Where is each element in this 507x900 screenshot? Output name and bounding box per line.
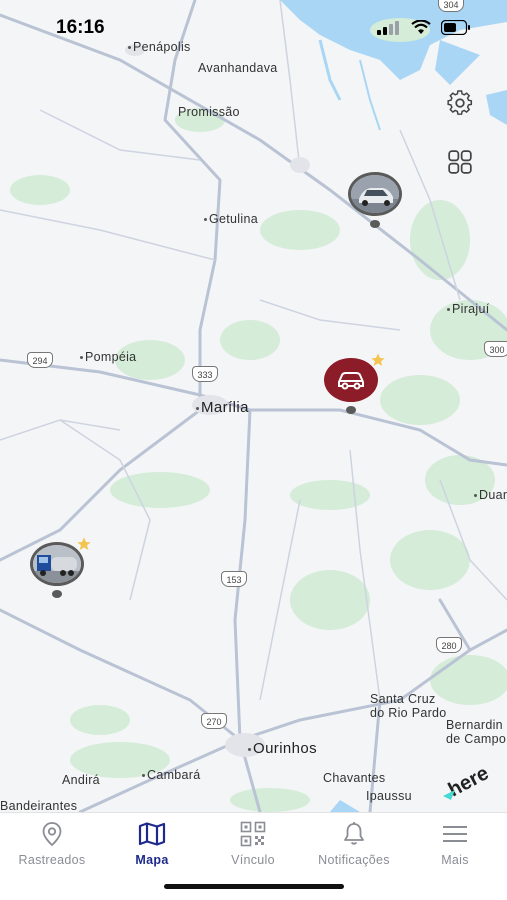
battery-icon [441, 20, 470, 35]
town-label: Santa Cruz do Rio Pardo [370, 692, 447, 720]
road-shield: 153 [221, 571, 247, 587]
road-shield: 294 [27, 352, 53, 368]
town-label: Chavantes [323, 771, 386, 785]
town-label: Bernardin de Campo [446, 718, 507, 746]
town-label: Avanhandava [198, 61, 278, 75]
gear-icon [447, 90, 473, 115]
location-pin-icon [42, 822, 62, 847]
home-indicator [164, 884, 344, 889]
road-shield: 333 [192, 366, 218, 382]
town-label: Cambará [142, 768, 201, 782]
wifi-icon [411, 20, 431, 34]
map-canvas [0, 0, 507, 812]
town-label-ourinhos: Ourinhos [248, 740, 317, 757]
tab-rastreados[interactable]: Rastreados [2, 819, 102, 867]
cellular-signal-icon [377, 20, 399, 35]
map-icon [138, 822, 166, 846]
tab-mais[interactable]: Mais [405, 819, 505, 867]
tab-label: Rastreados [18, 853, 86, 867]
town-label: Pompéia [80, 350, 136, 364]
map-view[interactable]: Penápolis Avanhandava Promissão Getulina… [0, 0, 507, 812]
town-label: Bandeirantes [0, 799, 78, 812]
road-shield: 280 [436, 637, 462, 653]
town-label: Pirajuí [447, 302, 490, 316]
vehicle-marker-car[interactable] [348, 172, 402, 228]
tab-label: Mapa [135, 853, 169, 867]
status-bar: 16:16 [0, 0, 507, 56]
star-icon [77, 537, 91, 550]
town-label: Promissão [178, 105, 240, 119]
vehicle-marker-truck[interactable] [30, 537, 91, 598]
status-time: 16:16 [56, 17, 105, 38]
menu-icon [443, 826, 467, 842]
town-label: Andirá [62, 773, 100, 787]
tab-label: Mais [441, 853, 469, 867]
vehicle-marker-selected[interactable] [324, 353, 385, 414]
grid-icon [448, 150, 472, 174]
here-logo: here [441, 760, 495, 802]
layers-button[interactable] [440, 142, 480, 182]
tab-label: Vínculo [231, 853, 275, 867]
town-label: Getulina [204, 212, 258, 226]
town-label-marilia: Marília [196, 399, 249, 416]
bell-icon [344, 822, 364, 845]
vehicle-photo-car [348, 172, 402, 216]
town-label: Ipaussu [366, 789, 412, 803]
qr-code-icon [240, 821, 266, 847]
tab-vinculo[interactable]: Vínculo [203, 819, 303, 867]
road-shield: 270 [201, 713, 227, 729]
tab-mapa[interactable]: Mapa [102, 819, 202, 867]
tab-notificacoes[interactable]: Notificações [304, 819, 404, 867]
road-shield: 300 [484, 341, 507, 357]
tab-label: Notificações [318, 853, 390, 867]
town-label: Duar [474, 488, 507, 502]
star-icon [371, 353, 385, 366]
settings-button[interactable] [440, 83, 480, 123]
